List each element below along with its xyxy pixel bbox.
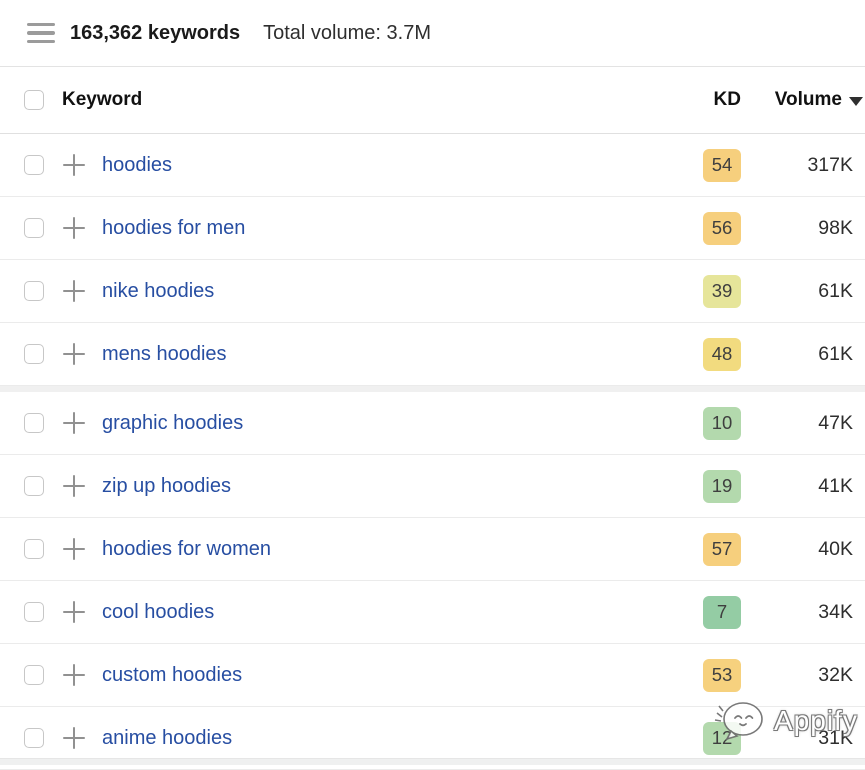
table-row: mens hoodies 4861K [0, 323, 865, 386]
kd-badge: 39 [703, 275, 741, 308]
menu-icon[interactable] [27, 23, 55, 44]
volume-value: 31K [741, 727, 853, 750]
table-row: hoodies 54317K [0, 134, 865, 197]
row-checkbox[interactable] [24, 476, 44, 496]
topbar: 163,362 keywords Total volume: 3.7M [0, 0, 865, 67]
kd-badge: 7 [703, 596, 741, 629]
volume-value: 41K [741, 475, 853, 498]
volume-value: 32K [741, 664, 853, 687]
keyword-link[interactable]: zip up hoodies [102, 475, 231, 498]
row-checkbox[interactable] [24, 665, 44, 685]
keyword-link[interactable]: cool hoodies [102, 601, 214, 624]
volume-value: 61K [741, 280, 853, 303]
kd-badge: 12 [703, 722, 741, 755]
table-row: zip up hoodies 1941K [0, 455, 865, 518]
keyword-table-body: hoodies 54317K hoodies for men 5698K nike ho… [0, 134, 865, 770]
row-checkbox[interactable] [24, 281, 44, 301]
kd-badge: 54 [703, 149, 741, 182]
column-header-kd[interactable]: KD [714, 89, 741, 111]
table-header: Keyword KD Volume [0, 67, 865, 134]
add-keyword-icon[interactable] [63, 154, 85, 176]
table-row: graphic hoodies 1047K [0, 392, 865, 455]
row-checkbox[interactable] [24, 413, 44, 433]
keywords-count: 163,362 keywords [70, 22, 240, 45]
kd-cell: 7 [703, 596, 741, 629]
add-keyword-icon[interactable] [63, 601, 85, 623]
kd-cell: 19 [703, 470, 741, 503]
kd-badge: 48 [703, 338, 741, 371]
kd-cell: 57 [703, 533, 741, 566]
table-row: nike hoodies 3961K [0, 260, 865, 323]
kd-cell: 48 [703, 338, 741, 371]
row-checkbox[interactable] [24, 728, 44, 748]
table-row: hoodies for men 5698K [0, 197, 865, 260]
kd-cell: 39 [703, 275, 741, 308]
kd-badge: 10 [703, 407, 741, 440]
volume-value: 61K [741, 343, 853, 366]
add-keyword-icon[interactable] [63, 664, 85, 686]
column-header-keyword[interactable]: Keyword [62, 89, 142, 111]
add-keyword-icon[interactable] [63, 538, 85, 560]
keyword-link[interactable]: hoodies for men [102, 217, 245, 240]
volume-value: 40K [741, 538, 853, 561]
kd-badge: 57 [703, 533, 741, 566]
table-row: cool hoodies 734K [0, 581, 865, 644]
select-all-checkbox[interactable] [24, 90, 44, 110]
sort-desc-icon [849, 97, 863, 106]
row-checkbox[interactable] [24, 155, 44, 175]
add-keyword-icon[interactable] [63, 217, 85, 239]
kd-cell: 53 [703, 659, 741, 692]
row-checkbox[interactable] [24, 539, 44, 559]
row-checkbox[interactable] [24, 218, 44, 238]
kd-cell: 54 [703, 149, 741, 182]
column-header-volume[interactable]: Volume [775, 89, 865, 111]
kd-badge: 53 [703, 659, 741, 692]
add-keyword-icon[interactable] [63, 727, 85, 749]
keyword-link[interactable]: anime hoodies [102, 727, 232, 750]
bottom-divider [0, 758, 865, 765]
row-checkbox[interactable] [24, 344, 44, 364]
total-volume: Total volume: 3.7M [263, 22, 431, 45]
volume-value: 98K [741, 217, 853, 240]
add-keyword-icon[interactable] [63, 343, 85, 365]
keyword-link[interactable]: hoodies [102, 154, 172, 177]
column-header-volume-label: Volume [775, 89, 842, 111]
add-keyword-icon[interactable] [63, 475, 85, 497]
volume-value: 317K [741, 154, 853, 177]
row-checkbox[interactable] [24, 602, 44, 622]
table-row: hoodies for women 5740K [0, 518, 865, 581]
keyword-link[interactable]: mens hoodies [102, 343, 227, 366]
kd-badge: 19 [703, 470, 741, 503]
add-keyword-icon[interactable] [63, 280, 85, 302]
volume-value: 34K [741, 601, 853, 624]
keyword-link[interactable]: custom hoodies [102, 664, 242, 687]
keyword-link[interactable]: hoodies for women [102, 538, 271, 561]
table-row: custom hoodies 5332K [0, 644, 865, 707]
kd-cell: 56 [703, 212, 741, 245]
keyword-link[interactable]: graphic hoodies [102, 412, 243, 435]
kd-badge: 56 [703, 212, 741, 245]
volume-value: 47K [741, 412, 853, 435]
kd-cell: 10 [703, 407, 741, 440]
kd-cell: 12 [703, 722, 741, 755]
add-keyword-icon[interactable] [63, 412, 85, 434]
keyword-link[interactable]: nike hoodies [102, 280, 214, 303]
